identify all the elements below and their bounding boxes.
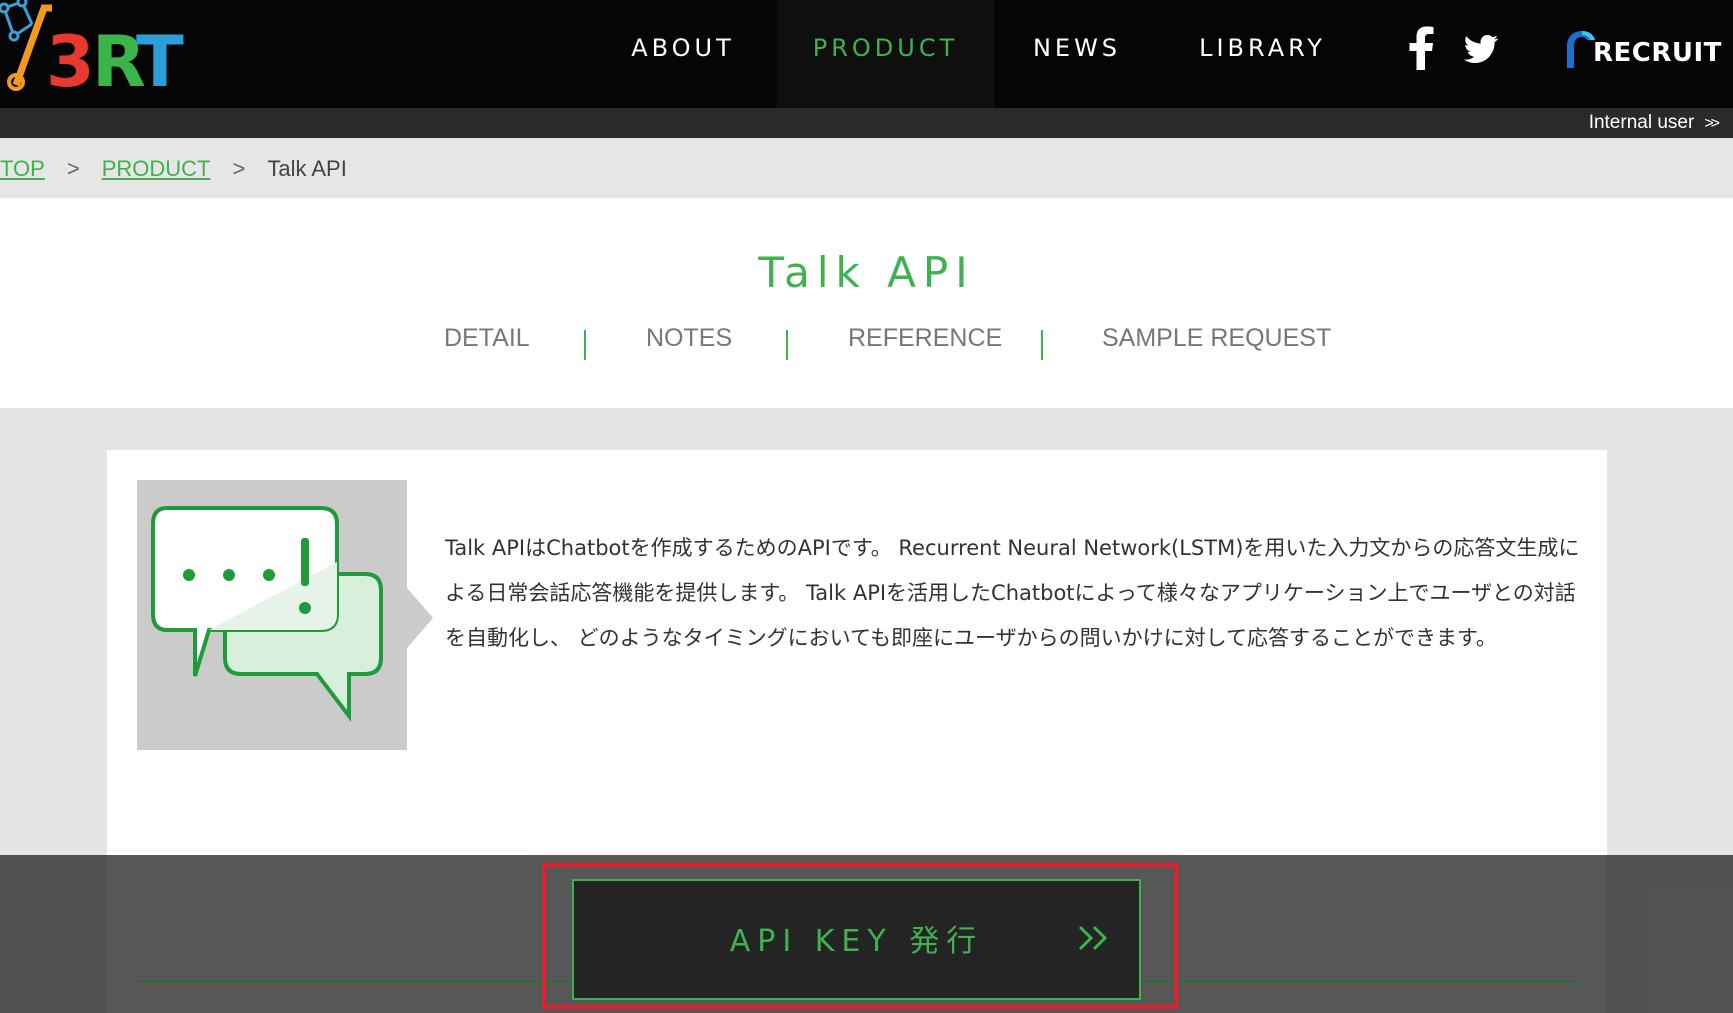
product-description: Talk APIはChatbotを作成するためのAPIです。 Recurrent… <box>445 536 1580 650</box>
internal-user-link[interactable]: Internal user >> <box>1588 108 1720 138</box>
breadcrumb-separator: > <box>232 156 246 181</box>
tab-divider <box>584 330 586 360</box>
svg-text:3: 3 <box>46 21 95 95</box>
tab-detail[interactable]: DETAIL <box>444 324 530 353</box>
facebook-icon[interactable] <box>1405 26 1437 70</box>
recruit-mark-icon <box>1567 31 1595 68</box>
nav-about[interactable]: ABOUT <box>612 0 754 108</box>
breadcrumb-current: Talk API <box>267 156 347 181</box>
page-title: Talk API <box>758 248 975 297</box>
nav-library[interactable]: LIBRARY <box>1190 0 1335 108</box>
tab-notes[interactable]: NOTES <box>646 324 732 353</box>
svg-text:T: T <box>136 21 184 95</box>
breadcrumb-separator: > <box>66 156 80 181</box>
a3rt-logo[interactable]: 3 R T <box>0 0 190 95</box>
recruit-logo[interactable]: RECRUIT <box>1563 28 1721 74</box>
internal-user-bar: Internal user >> <box>0 108 1733 138</box>
nav-product[interactable]: PRODUCT <box>777 0 994 108</box>
tab-divider <box>786 330 788 360</box>
internal-user-label: Internal user <box>1588 112 1695 133</box>
tab-sample-request[interactable]: SAMPLE REQUEST <box>1102 324 1331 353</box>
recruit-wordmark: RECRUIT <box>1593 38 1722 68</box>
tab-divider <box>1041 330 1043 360</box>
section-tabs: DETAIL NOTES REFERENCE SAMPLE REQUEST <box>0 316 1733 360</box>
site-header: 3 R T ABOUT PRODUCT NEWS LIBRARY RECRUIT <box>0 0 1733 108</box>
breadcrumb: TOP > PRODUCT > Talk API <box>0 138 1733 198</box>
title-panel: Talk API DETAIL NOTES REFERENCE SAMPLE R… <box>0 198 1733 408</box>
illustration-pointer <box>407 588 433 648</box>
double-chevron-right-icon: >> <box>1704 115 1720 132</box>
api-key-button-label: API KEY 発行 <box>729 924 984 959</box>
breadcrumb-product[interactable]: PRODUCT <box>102 156 211 181</box>
nav-news[interactable]: NEWS <box>1022 0 1132 108</box>
twitter-icon[interactable] <box>1464 34 1498 64</box>
api-key-issue-button[interactable]: API KEY 発行 <box>572 879 1141 1000</box>
tab-reference[interactable]: REFERENCE <box>848 324 1002 353</box>
chat-bubbles-icon <box>137 480 407 750</box>
breadcrumb-top[interactable]: TOP <box>0 156 45 181</box>
double-chevron-right-icon <box>1078 925 1108 951</box>
